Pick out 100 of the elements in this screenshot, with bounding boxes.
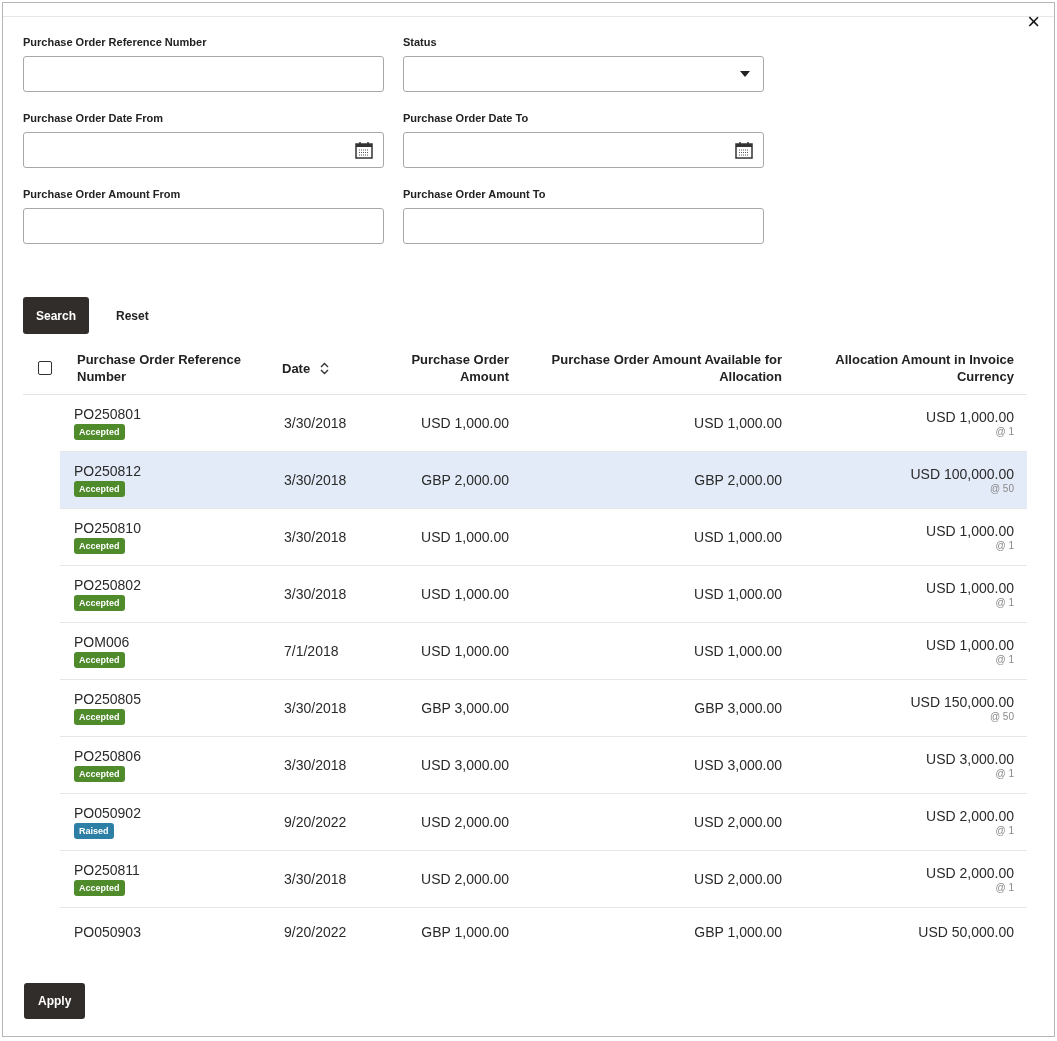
apply-button[interactable]: Apply <box>24 983 86 1019</box>
table-cell: USD 1,000.00 <box>926 523 1014 539</box>
exchange-rate: @ 1 <box>995 426 1014 437</box>
status-badge: Accepted <box>74 595 125 611</box>
status-badge: Accepted <box>74 424 125 440</box>
table-cell: USD 2,000.00 <box>421 814 509 830</box>
column-header: Allocation Amount in Invoice Currency <box>834 351 1014 385</box>
status-badge: Raised <box>74 823 114 839</box>
table-row[interactable]: POM006 Accepted 7/1/2018 USD 1,000.00 USD 1,000.00 USD 1,000.00 @ 1 <box>60 623 1027 680</box>
table-row[interactable]: PO250806 Accepted 3/30/2018 USD 3,000.00 USD 3,000.00 USD 3,000.00 @ 1 <box>60 737 1027 794</box>
exchange-rate: @ 1 <box>995 597 1014 608</box>
field-label: Purchase Order Amount To <box>403 188 547 202</box>
table-cell: GBP 1,000.00 <box>421 924 509 940</box>
table-cell: USD 1,000.00 <box>694 643 782 659</box>
table-cell: PO250801 <box>74 406 141 422</box>
exchange-rate: @ 50 <box>989 483 1014 494</box>
table-cell: USD 1,000.00 <box>694 529 782 545</box>
exchange-rate: @ 50 <box>989 711 1014 722</box>
date-field[interactable] <box>23 132 384 168</box>
table-cell: GBP 2,000.00 <box>421 472 509 488</box>
table-cell: PO050902 <box>74 805 141 821</box>
input-field[interactable] <box>23 56 384 92</box>
table-row[interactable]: PO250812 Accepted 3/30/2018 GBP 2,000.00 GBP 2,000.00 USD 100,000.00 @ 50 <box>60 452 1027 509</box>
table-cell: PO250802 <box>74 577 141 593</box>
table-cell: 3/30/2018 <box>284 757 347 773</box>
table-cell: USD 150,000.00 <box>910 694 1014 710</box>
status-badge: Accepted <box>74 652 125 668</box>
table-cell: USD 2,000.00 <box>694 871 782 887</box>
field-label: Purchase Order Amount From <box>23 188 182 202</box>
calendar-icon <box>735 141 753 159</box>
table-cell: 9/20/2022 <box>284 814 347 830</box>
column-header: Purchase Order Amount <box>410 351 509 385</box>
table-cell: USD 3,000.00 <box>926 751 1014 767</box>
table-cell: 3/30/2018 <box>284 700 347 716</box>
status-dropdown[interactable] <box>403 56 764 92</box>
table-cell: PO250811 <box>74 862 140 878</box>
status-badge: Accepted <box>74 481 125 497</box>
field-label: Status <box>403 36 438 50</box>
table-cell: USD 1,000.00 <box>694 415 782 431</box>
calendar-icon <box>355 141 373 159</box>
column-header: Date <box>282 359 311 377</box>
table-cell: GBP 1,000.00 <box>694 924 782 940</box>
table-cell: 9/20/2022 <box>284 924 347 940</box>
field-label: Purchase Order Date From <box>23 112 164 126</box>
table-cell: PO250805 <box>74 691 141 707</box>
table-cell: USD 2,000.00 <box>694 814 782 830</box>
table-cell: USD 1,000.00 <box>421 586 509 602</box>
table-cell: 3/30/2018 <box>284 871 347 887</box>
field-label: Purchase Order Reference Number <box>23 36 208 50</box>
table-cell: USD 1,000.00 <box>421 529 509 545</box>
select-all-checkbox[interactable] <box>38 361 52 375</box>
table-row[interactable]: PO050902 Raised 9/20/2022 USD 2,000.00 USD 2,000.00 USD 2,000.00 @ 1 <box>60 794 1027 851</box>
table-cell: GBP 3,000.00 <box>694 700 782 716</box>
column-header: Purchase Order Reference Number <box>77 351 243 385</box>
table-cell: USD 50,000.00 <box>918 924 1014 940</box>
table-cell: 3/30/2018 <box>284 529 347 545</box>
close-button[interactable]: × <box>1025 11 1042 33</box>
column-header: Purchase Order Amount Available for Allocation <box>550 351 782 385</box>
date-field[interactable] <box>403 132 764 168</box>
status-badge: Accepted <box>74 709 125 725</box>
search-button[interactable]: Search <box>23 297 90 334</box>
table-cell: PO050903 <box>74 924 141 940</box>
table-cell: PO250810 <box>74 520 141 536</box>
table-cell: 3/30/2018 <box>284 472 347 488</box>
input-field[interactable] <box>403 208 764 244</box>
table-cell: USD 3,000.00 <box>694 757 782 773</box>
table-cell: POM006 <box>74 634 130 650</box>
table-row[interactable]: PO250802 Accepted 3/30/2018 USD 1,000.00 USD 1,000.00 USD 1,000.00 @ 1 <box>60 566 1027 623</box>
table-cell: USD 2,000.00 <box>926 808 1014 824</box>
exchange-rate: @ 1 <box>995 540 1014 551</box>
sort-icon[interactable] <box>320 361 330 375</box>
caret-icon <box>740 71 750 77</box>
input-field[interactable] <box>23 208 384 244</box>
status-badge: Accepted <box>74 766 125 782</box>
table-row[interactable]: PO250805 Accepted 3/30/2018 GBP 3,000.00 GBP 3,000.00 USD 150,000.00 @ 50 <box>60 680 1027 737</box>
reset-button[interactable]: Reset <box>97 297 168 334</box>
table-cell: GBP 3,000.00 <box>421 700 509 716</box>
table-cell: USD 2,000.00 <box>926 865 1014 881</box>
table-row[interactable]: PO250811 Accepted 3/30/2018 USD 2,000.00 USD 2,000.00 USD 2,000.00 @ 1 <box>60 851 1027 908</box>
status-badge: Accepted <box>74 880 125 896</box>
table-row[interactable]: PO250810 Accepted 3/30/2018 USD 1,000.00 USD 1,000.00 USD 1,000.00 @ 1 <box>60 509 1027 566</box>
table-cell: USD 1,000.00 <box>421 643 509 659</box>
table-cell: 3/30/2018 <box>284 415 347 431</box>
table-row[interactable]: PO050903 9/20/2022 GBP 1,000.00 GBP 1,000.00 USD 50,000.00 <box>60 908 1027 956</box>
table-cell: GBP 2,000.00 <box>694 472 782 488</box>
table-cell: PO250806 <box>74 748 141 764</box>
exchange-rate: @ 1 <box>995 825 1014 836</box>
table-cell: PO250812 <box>74 463 141 479</box>
exchange-rate: @ 1 <box>995 882 1014 893</box>
table-cell: 7/1/2018 <box>284 643 339 659</box>
table-cell: 3/30/2018 <box>284 586 347 602</box>
table-cell: USD 1,000.00 <box>694 586 782 602</box>
exchange-rate: @ 1 <box>995 654 1014 665</box>
exchange-rate: @ 1 <box>995 768 1014 779</box>
table-cell: USD 100,000.00 <box>910 466 1014 482</box>
table-cell: USD 1,000.00 <box>926 637 1014 653</box>
status-badge: Accepted <box>74 538 125 554</box>
table-cell: USD 3,000.00 <box>421 757 509 773</box>
field-label: Purchase Order Date To <box>403 112 530 126</box>
table-cell: USD 1,000.00 <box>926 580 1014 596</box>
